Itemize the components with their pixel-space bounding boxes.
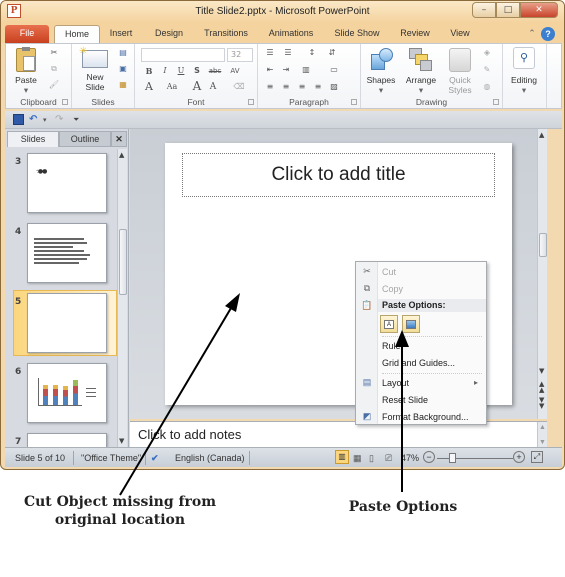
- paste-arrow-head: [395, 330, 409, 347]
- cut-caption-line-2: original location: [54, 512, 186, 528]
- cut-arrow-head: [225, 293, 240, 312]
- paste-caption: Paste Options: [348, 499, 458, 515]
- cut-caption-line-1: Cut Object missing from: [23, 494, 217, 510]
- cut-arrow-line: [119, 302, 235, 496]
- cut-caption: Cut Object missing from original locatio…: [0, 493, 240, 529]
- annotation-arrows: [119, 293, 409, 496]
